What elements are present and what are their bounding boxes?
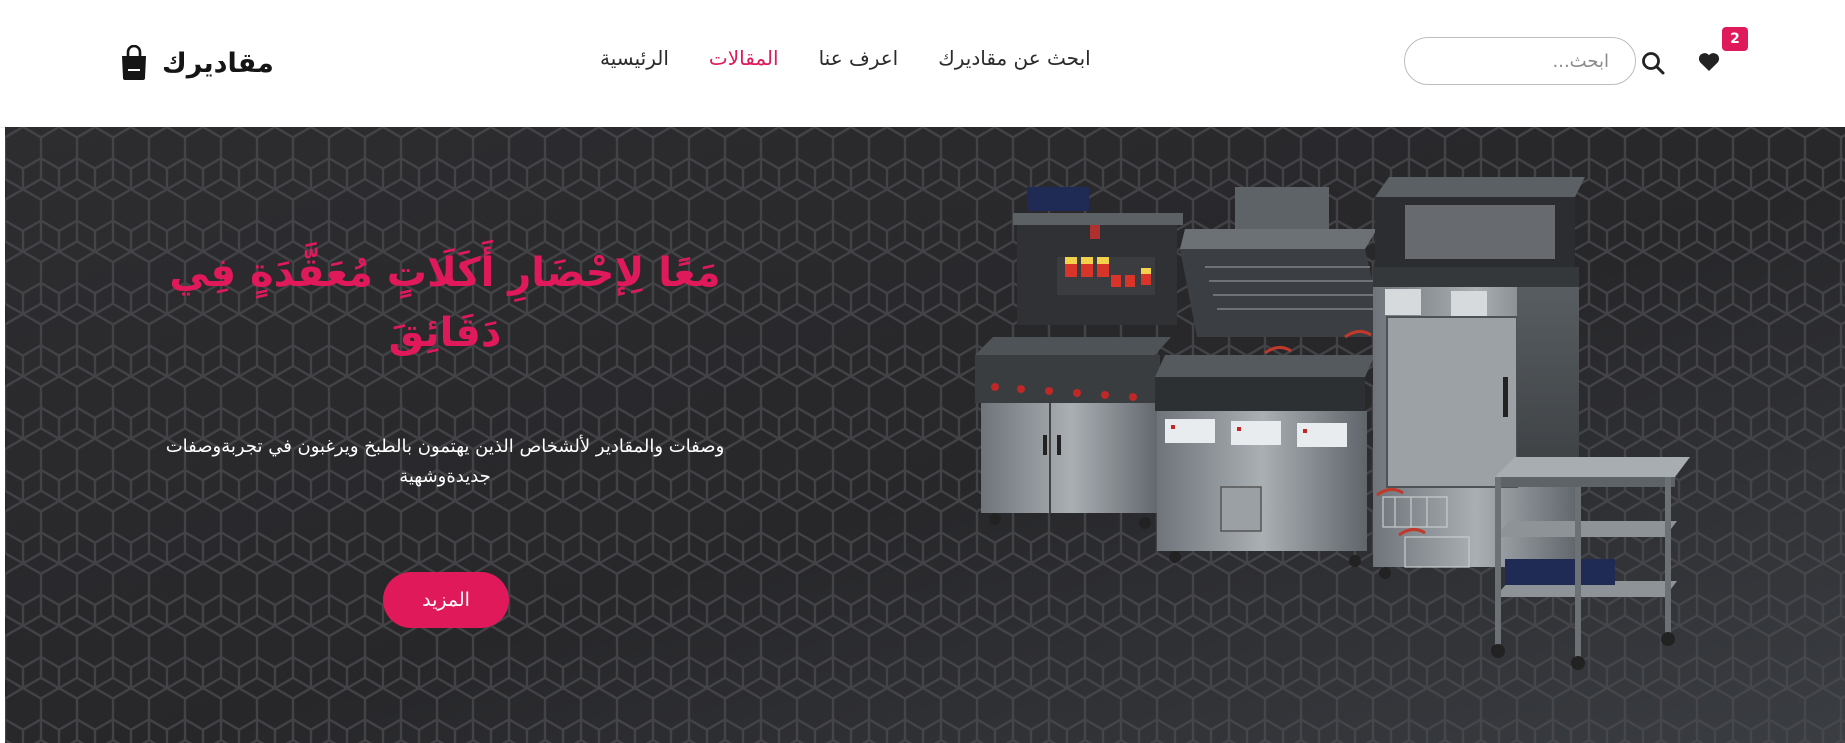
favorites-count-badge: 2 <box>1722 27 1748 51</box>
brand[interactable]: مقاديرك <box>120 42 274 84</box>
search-icon[interactable] <box>1640 50 1666 76</box>
nav-item-search-ingredients[interactable]: ابحث عن مقاديرك <box>938 46 1090 70</box>
heart-icon[interactable] <box>1697 50 1721 74</box>
shopping-bag-icon <box>122 45 146 80</box>
nav-item-about[interactable]: اعرف عنا <box>819 46 899 70</box>
search-box <box>1404 37 1636 85</box>
hero-title: مَعًا لِإحْضَارِ أَكَلَاتٍ مُعَقَّدَةٍ ف… <box>169 250 721 356</box>
hero-description: وصفات والمقادير لألشخاص الذين يهتمون بال… <box>165 436 725 487</box>
brand-name: مقاديرك <box>162 47 274 79</box>
hero-banner: مَعًا لِإحْضَارِ أَكَلَاتٍ مُعَقَّدَةٍ ف… <box>5 127 1845 743</box>
more-button[interactable]: المزيد <box>383 572 509 628</box>
nav-item-articles[interactable]: المقالات <box>709 46 779 70</box>
main-nav: الرئيسية المقالات اعرف عنا ابحث عن مقادي… <box>600 46 1091 70</box>
site-header: مقاديرك الرئيسية المقالات اعرف عنا ابحث … <box>0 0 1845 128</box>
search-input[interactable] <box>1419 38 1619 84</box>
kitchen-equipment-image <box>975 177 1690 670</box>
nav-item-home[interactable]: الرئيسية <box>600 46 669 70</box>
